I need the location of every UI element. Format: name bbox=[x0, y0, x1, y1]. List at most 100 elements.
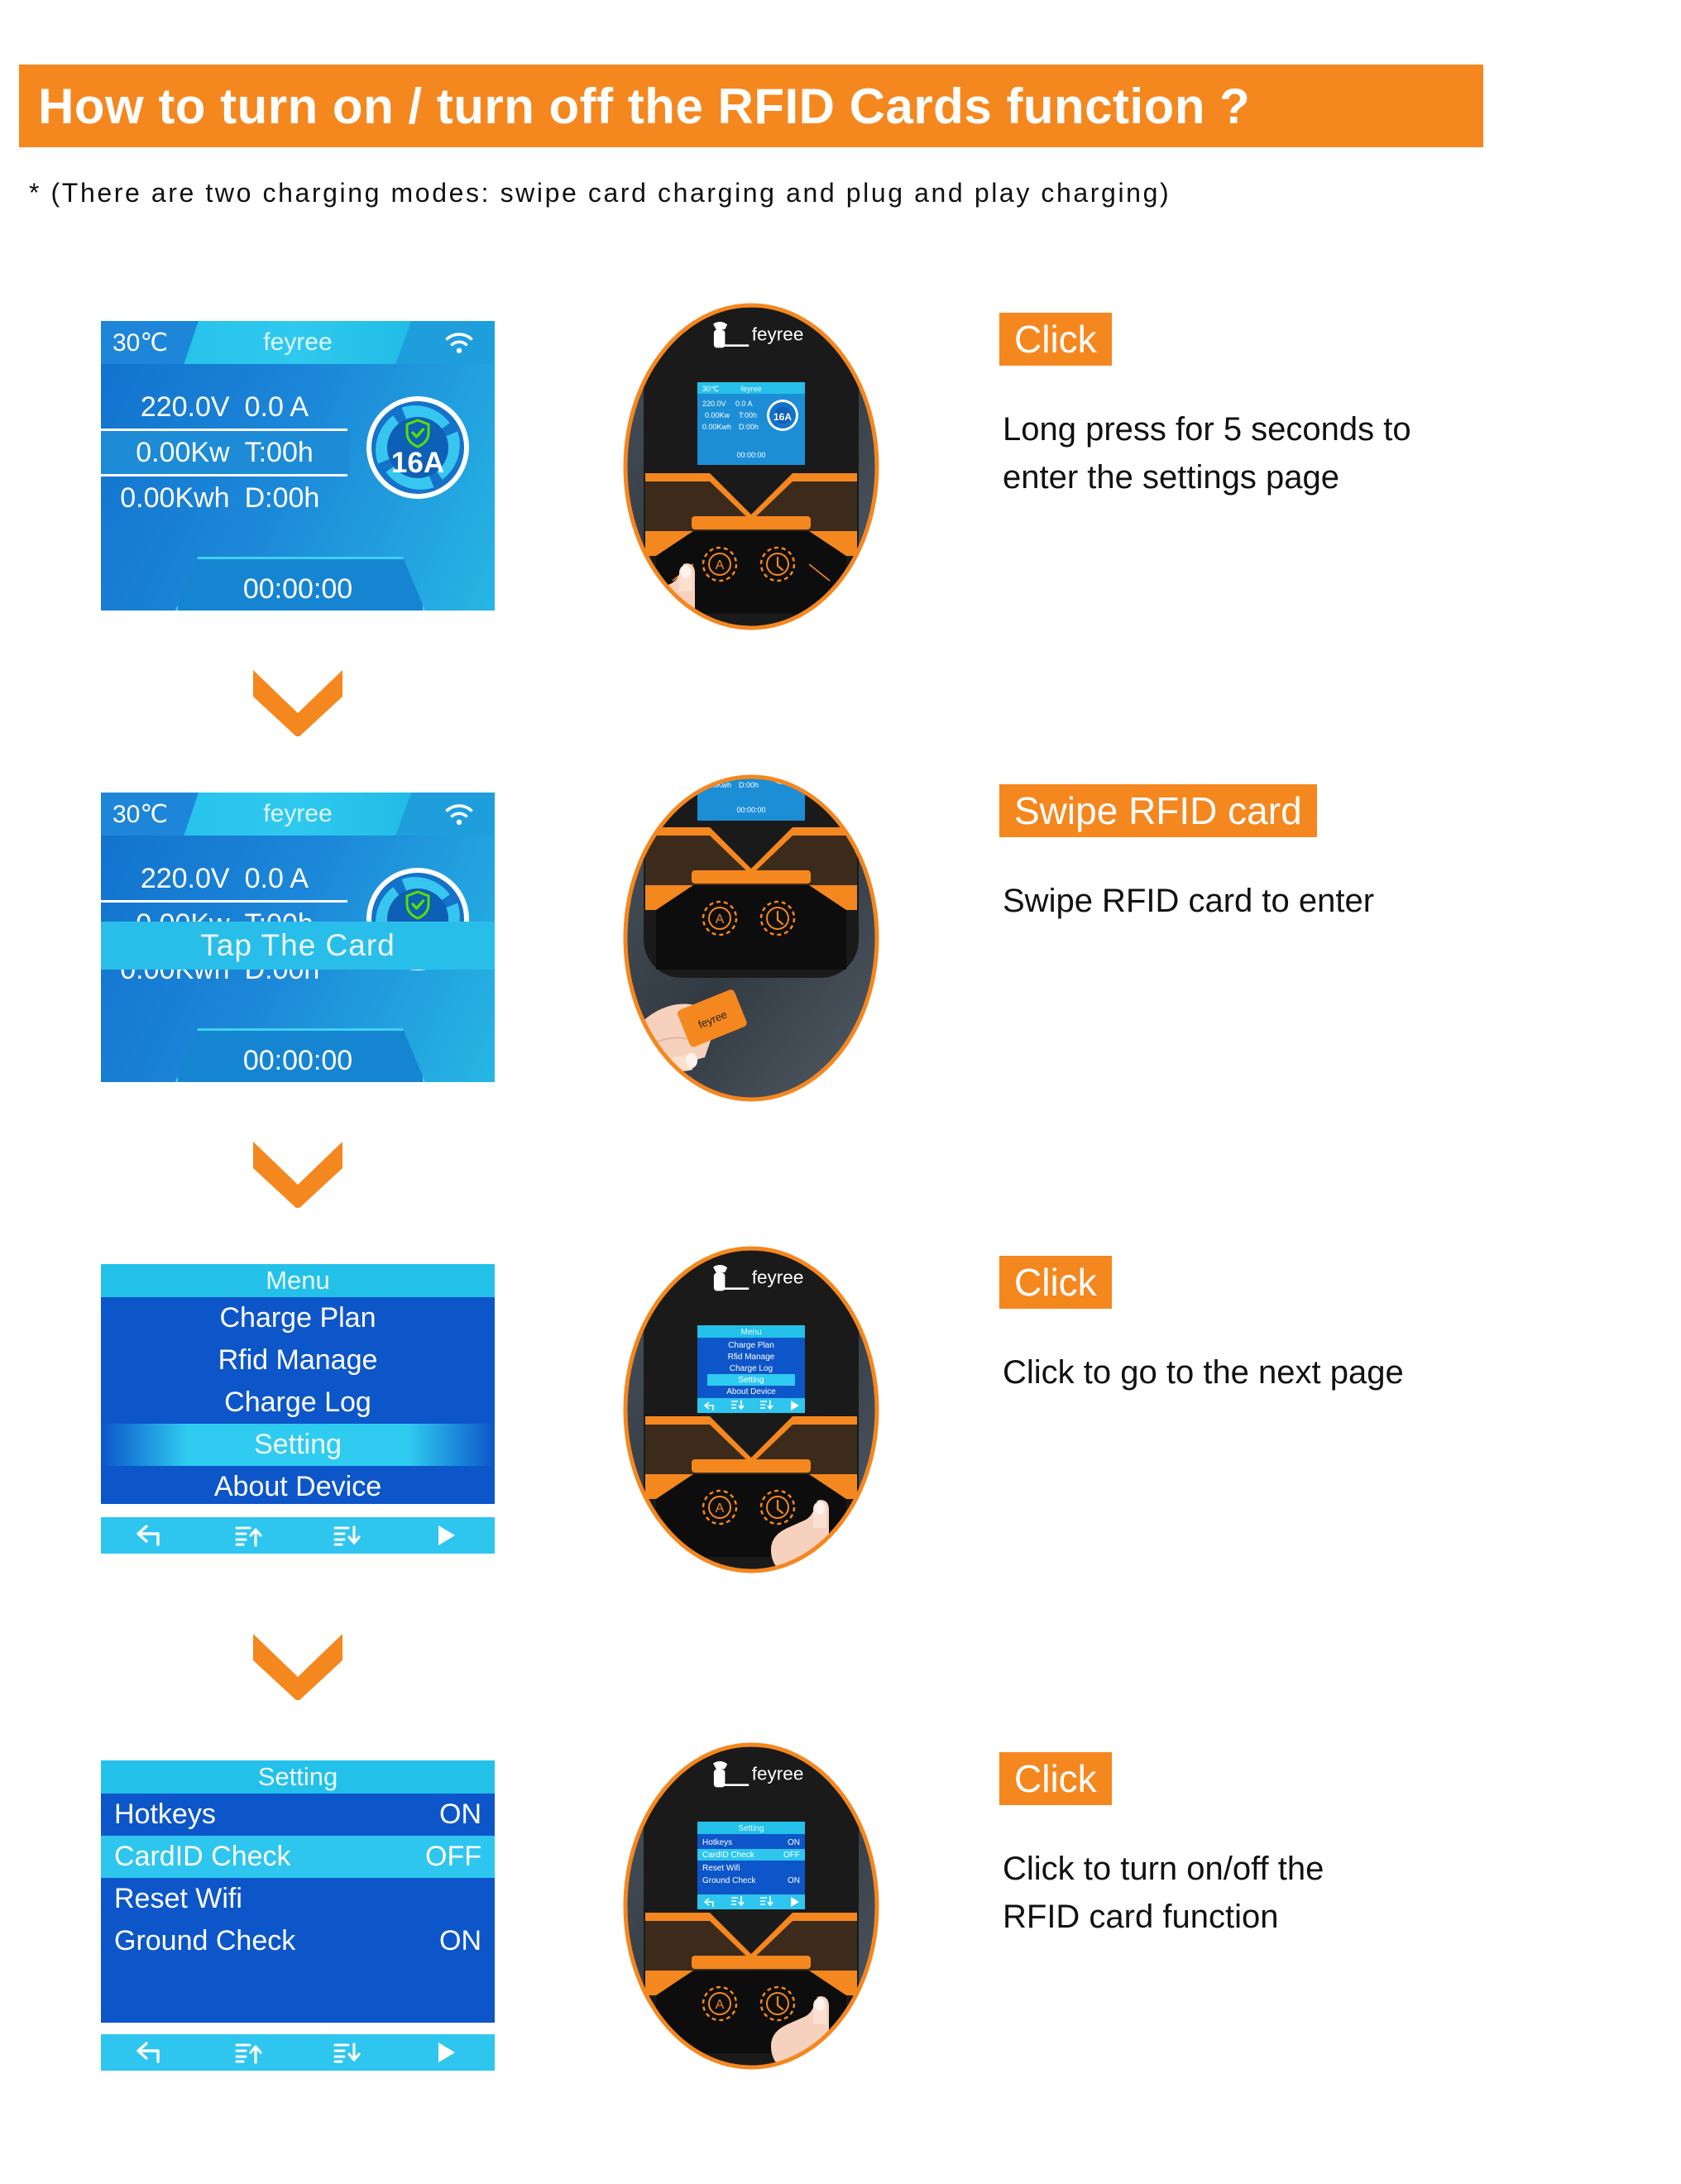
setting-toolbar bbox=[101, 2034, 495, 2071]
timer-value: 00:00:00 bbox=[242, 573, 353, 605]
svg-text:D:00h: D:00h bbox=[739, 423, 759, 431]
page-subtitle: * (There are two charging modes: swipe c… bbox=[29, 178, 1171, 208]
setting-list: Hotkeys ON CardID Check OFF Reset Wifi G… bbox=[101, 1794, 495, 2023]
svg-text:feyree: feyree bbox=[752, 1763, 804, 1784]
metric-voltage: 220.0V bbox=[140, 862, 230, 894]
svg-text:16A: 16A bbox=[773, 411, 792, 423]
metric-row: 220.0V 0.0 A bbox=[101, 386, 349, 429]
step-1-row: 30℃ feyree 220.0V 0.0 A 0.00Kw T:00h 0.0… bbox=[0, 273, 1681, 662]
step-2-row: 30℃ feyree 220.0V 0.0 A 0.00Kw T:00h bbox=[0, 745, 1681, 1133]
svg-text:ON: ON bbox=[788, 1876, 800, 1885]
select-arrow-icon[interactable] bbox=[396, 1523, 495, 1548]
step-tag-3: Click bbox=[999, 1256, 1112, 1309]
menu-item-charge-plan[interactable]: Charge Plan bbox=[101, 1297, 495, 1339]
metric-current: 0.0 A bbox=[244, 390, 309, 423]
step-tag-1: Click bbox=[999, 313, 1112, 366]
metric-power: 0.00Kw bbox=[136, 436, 230, 468]
setting-value: OFF bbox=[425, 1841, 481, 1872]
svg-text:0.00Kw: 0.00Kw bbox=[705, 411, 730, 419]
svg-text:Rfid Manage: Rfid Manage bbox=[728, 1353, 775, 1362]
device-photo-step-4: feyree Setting Hotkeys ON CardID Check O… bbox=[623, 1742, 879, 2070]
setting-row-ground-check[interactable]: Ground Check ON bbox=[101, 1920, 495, 1962]
setting-label: Reset Wifi bbox=[114, 1883, 242, 1914]
wifi-icon bbox=[445, 333, 473, 353]
metric-duration: D:00h bbox=[244, 481, 320, 514]
svg-text:Reset Wifi: Reset Wifi bbox=[702, 1864, 740, 1873]
scroll-down-icon[interactable] bbox=[298, 2040, 396, 2065]
step-caption-3: Click to go to the next page bbox=[1003, 1354, 1404, 1391]
svg-text:Setting: Setting bbox=[738, 1824, 764, 1833]
scroll-down-icon[interactable] bbox=[298, 1523, 396, 1548]
step-caption-4: Click to turn on/off the RFID card funct… bbox=[1003, 1851, 1324, 1935]
device-photo-step-3: feyree Menu Charge Plan Rfid Manage Char… bbox=[623, 1246, 879, 1573]
svg-text:00:00:00: 00:00:00 bbox=[736, 451, 765, 459]
current-gauge: 16A bbox=[366, 396, 469, 499]
svg-text:D:00h: D:00h bbox=[739, 781, 759, 789]
lcd-metrics: 220.0V 0.0 A 0.00Kw T:00h 0.00Kwh D:00h bbox=[101, 386, 349, 520]
lcd-header-bar: 30℃ feyree bbox=[101, 793, 495, 836]
setting-row-reset-wifi[interactable]: Reset Wifi bbox=[101, 1878, 495, 1920]
back-icon[interactable] bbox=[101, 2040, 199, 2065]
svg-text:Setting: Setting bbox=[738, 1376, 764, 1385]
svg-text:feyree: feyree bbox=[752, 1267, 804, 1287]
step-4-row: Setting Hotkeys ON CardID Check OFF Rese… bbox=[0, 1712, 1681, 2118]
setting-title: Setting bbox=[101, 1760, 495, 1794]
svg-text:CardID Check: CardID Check bbox=[702, 1851, 755, 1860]
svg-text:T:00h: T:00h bbox=[739, 411, 757, 419]
step-3-row: Menu Charge Plan Rfid Manage Charge Log … bbox=[0, 1216, 1681, 1605]
setting-value: ON bbox=[439, 1925, 481, 1956]
page-title: How to turn on / turn off the RFID Cards… bbox=[38, 78, 1251, 134]
select-arrow-icon[interactable] bbox=[396, 2040, 495, 2065]
svg-text:feyree: feyree bbox=[740, 385, 761, 393]
step-tag-4: Click bbox=[999, 1752, 1112, 1805]
setting-value: ON bbox=[439, 1798, 481, 1830]
timer-value: 00:00:00 bbox=[242, 1045, 353, 1076]
device-photo-step-1: feyree 30℃ feyree 220.0V 0.0 A 0.00Kw T:… bbox=[623, 303, 879, 630]
metric-energy: 0.00Kwh bbox=[120, 481, 230, 514]
svg-text:ON: ON bbox=[788, 1838, 800, 1847]
menu-toolbar bbox=[101, 1517, 495, 1554]
lcd-setting-screen: Setting Hotkeys ON CardID Check OFF Rese… bbox=[101, 1760, 495, 2071]
metric-row: 220.0V 0.0 A bbox=[101, 857, 349, 900]
setting-row-hotkeys[interactable]: Hotkeys ON bbox=[101, 1794, 495, 1836]
wifi-icon bbox=[445, 804, 473, 825]
menu-item-setting[interactable]: Setting bbox=[101, 1424, 495, 1466]
scroll-up-icon[interactable] bbox=[199, 1523, 298, 1548]
menu-item-charge-log[interactable]: Charge Log bbox=[101, 1382, 495, 1424]
svg-text:OFF: OFF bbox=[783, 1851, 800, 1860]
svg-text:220.0V: 220.0V bbox=[702, 400, 726, 408]
chevron-down-icon-2 bbox=[253, 1142, 342, 1208]
lcd-menu-screen: Menu Charge Plan Rfid Manage Charge Log … bbox=[101, 1264, 495, 1554]
lcd-body: 220.0V 0.0 A 0.00Kw T:00h 0.00Kwh D:00h bbox=[101, 364, 495, 611]
svg-text:Charge Log: Charge Log bbox=[730, 1364, 773, 1373]
svg-text:About Device: About Device bbox=[726, 1387, 776, 1396]
scroll-up-icon[interactable] bbox=[199, 2040, 298, 2065]
svg-text:A: A bbox=[716, 1502, 725, 1516]
menu-title: Menu bbox=[101, 1264, 495, 1297]
setting-row-cardid-check[interactable]: CardID Check OFF bbox=[101, 1836, 495, 1878]
device-photo-step-2: Tap The Card 0.00Kwh D:00h 00:00:00 A fe… bbox=[623, 766, 879, 1102]
svg-text:Ground Check: Ground Check bbox=[702, 1876, 756, 1885]
svg-text:00:00:00: 00:00:00 bbox=[736, 806, 765, 814]
chevron-down-icon-1 bbox=[253, 670, 342, 736]
svg-text:0.0 A: 0.0 A bbox=[735, 400, 753, 408]
gauge-value: 16A bbox=[391, 447, 444, 479]
back-icon[interactable] bbox=[101, 1523, 199, 1548]
menu-item-about-device[interactable]: About Device bbox=[101, 1466, 495, 1508]
metric-total-time: T:00h bbox=[244, 436, 314, 468]
setting-label: Hotkeys bbox=[114, 1798, 216, 1830]
svg-text:Tap The Card: Tap The Card bbox=[726, 766, 776, 775]
svg-text:0.00Kwh: 0.00Kwh bbox=[702, 423, 731, 431]
timer-area: 00:00:00 bbox=[101, 1028, 495, 1082]
lcd-status-screen-2: 30℃ feyree 220.0V 0.0 A 0.00Kw T:00h bbox=[101, 793, 495, 1082]
menu-list: Charge Plan Rfid Manage Charge Log Setti… bbox=[101, 1297, 495, 1504]
svg-text:Menu: Menu bbox=[740, 1328, 761, 1337]
setting-label: Ground Check bbox=[114, 1925, 296, 1956]
menu-item-rfid-manage[interactable]: Rfid Manage bbox=[101, 1339, 495, 1382]
chevron-down-icon-3 bbox=[253, 1634, 342, 1700]
metric-row: 0.00Kw T:00h bbox=[101, 431, 349, 474]
lcd-status-screen-1: 30℃ feyree 220.0V 0.0 A 0.00Kw T:00h 0.0… bbox=[101, 321, 495, 611]
page-title-banner: How to turn on / turn off the RFID Cards… bbox=[19, 65, 1483, 147]
step-caption-2: Swipe RFID card to enter bbox=[1003, 883, 1375, 919]
step-tag-2: Swipe RFID card bbox=[999, 784, 1317, 837]
